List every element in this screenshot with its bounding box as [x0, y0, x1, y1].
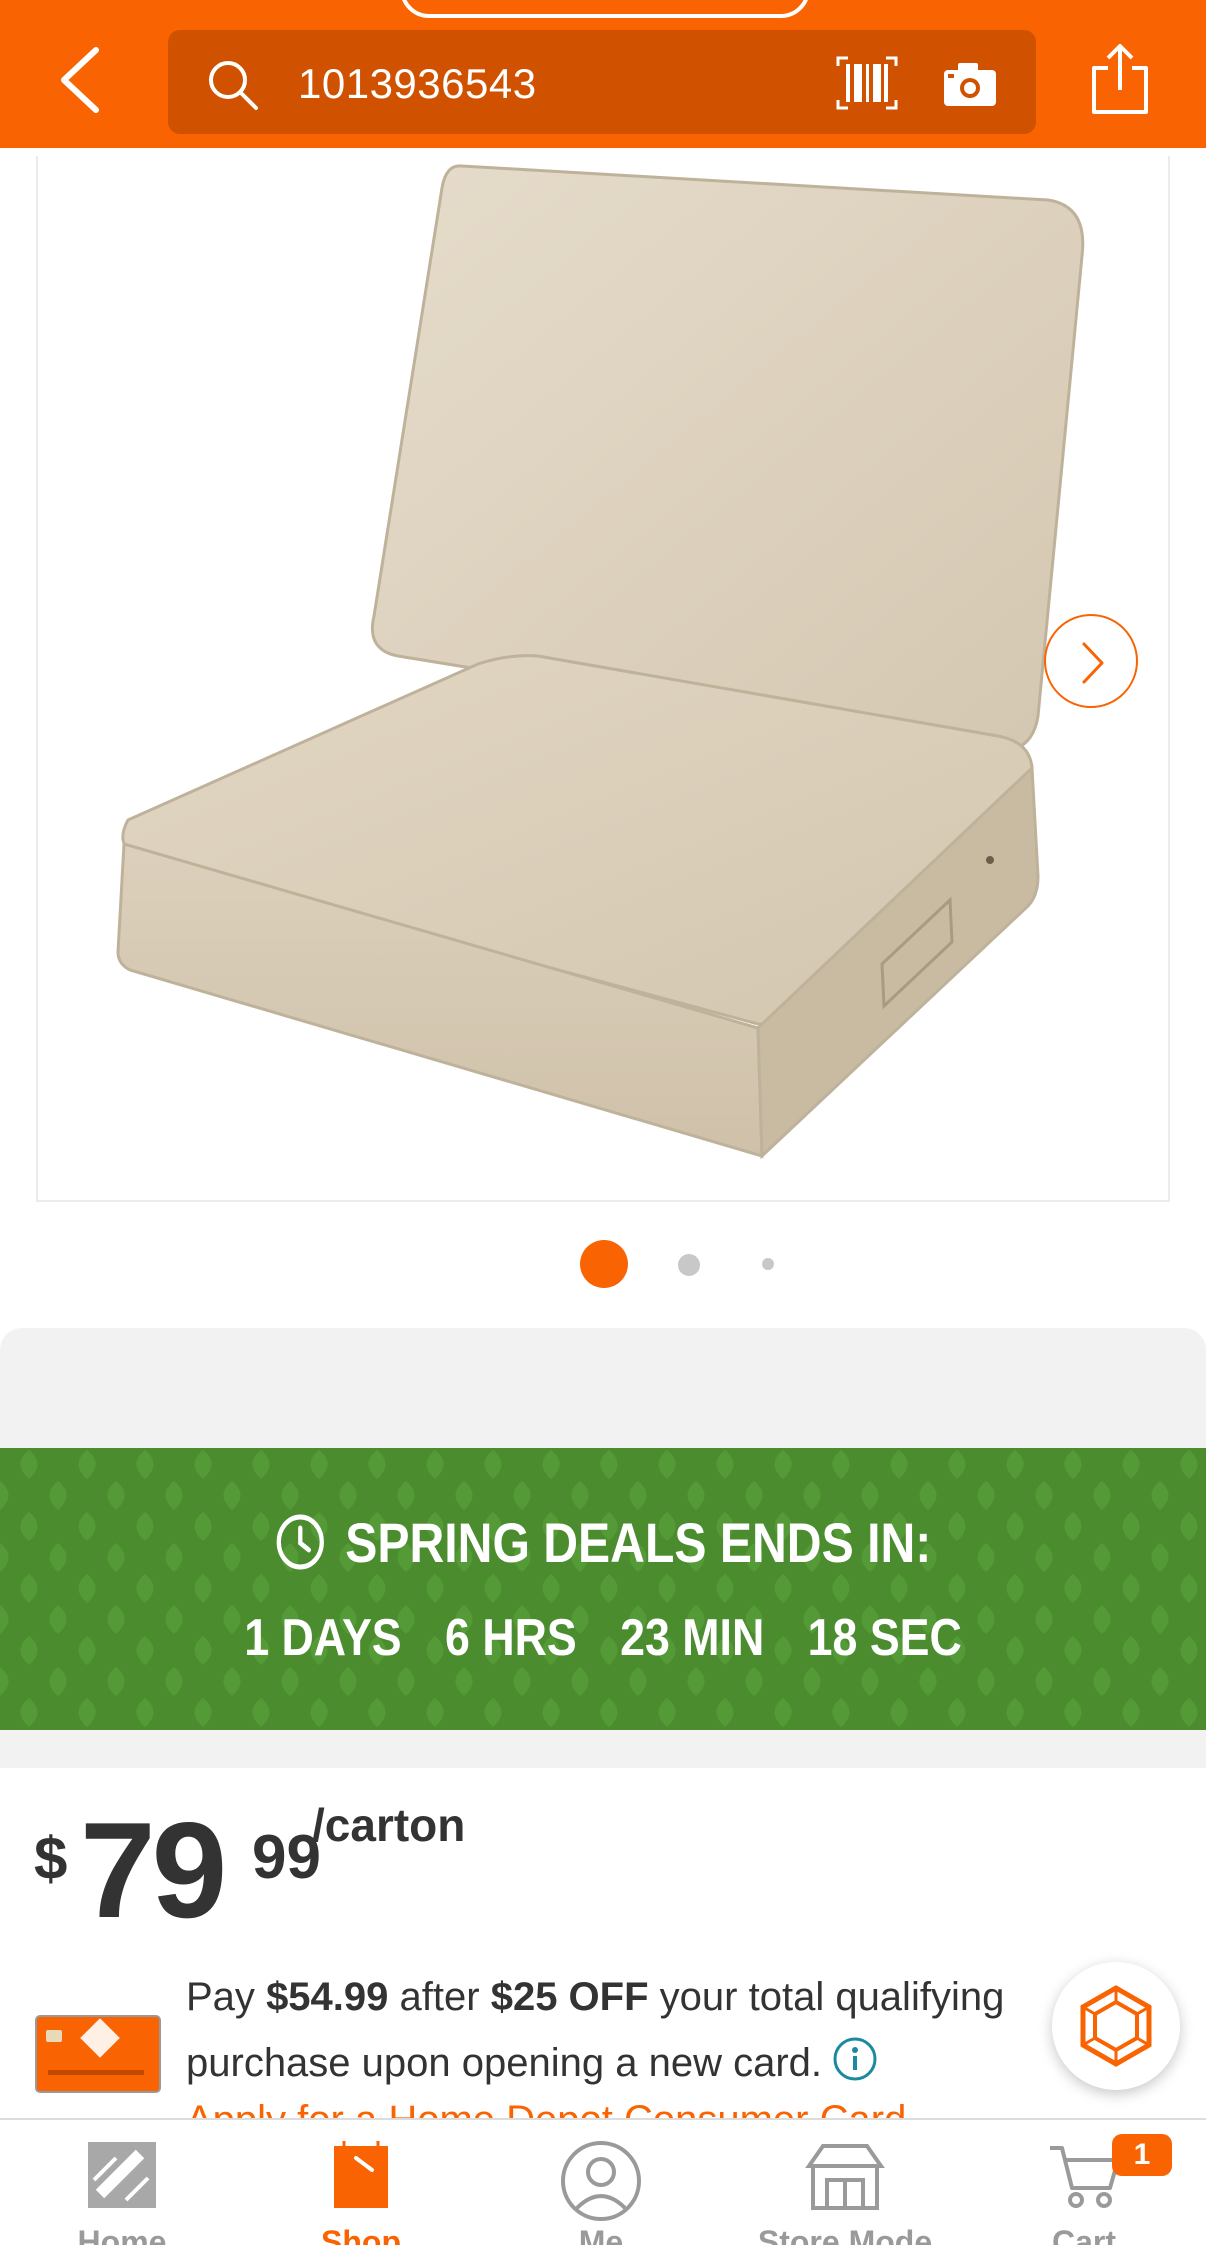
- price-currency: $: [34, 1825, 68, 1892]
- offer-pay: Pay: [186, 1975, 255, 2019]
- offer-amount: $54.99: [266, 1975, 389, 2019]
- section-divider: [0, 1730, 1206, 1768]
- search-icon: [209, 61, 258, 110]
- cart-count-badge: 1: [1112, 2134, 1172, 2176]
- product-gallery[interactable]: [0, 148, 1206, 1328]
- store-icon: [805, 2144, 885, 2210]
- barcode-scan-icon[interactable]: [836, 56, 898, 110]
- next-image-button[interactable]: [1044, 614, 1138, 708]
- info-icon[interactable]: [832, 2036, 878, 2082]
- promo-title-text: SPRING DEALS ENDS IN:: [345, 1511, 932, 1574]
- search-bar[interactable]: 1013936543: [168, 30, 1036, 134]
- offer-after: after: [399, 1975, 480, 2019]
- share-icon: [1092, 44, 1148, 114]
- countdown-timer: 1 DAYS 6 HRS 23 MIN 18 SEC: [84, 1606, 1121, 1670]
- card-offer-text: Pay $54.99 after $25 OFF your total qual…: [186, 1964, 1066, 2096]
- top-notch: [400, 0, 810, 18]
- cart-icon: [1050, 2146, 1120, 2208]
- chat-assistant-button[interactable]: [1052, 1962, 1180, 2090]
- pagination-dot[interactable]: [678, 1254, 700, 1276]
- price-cents: 99: [252, 1823, 321, 1892]
- home-depot-logo-icon: [88, 2142, 156, 2208]
- chevron-left-icon: [61, 47, 99, 113]
- countdown-days: 1 DAYS: [244, 1609, 402, 1667]
- hexagon-chat-icon: [1080, 1985, 1152, 2067]
- user-icon: [561, 2141, 641, 2221]
- chevron-right-icon: [1082, 642, 1104, 684]
- pagination-dot[interactable]: [762, 1258, 774, 1270]
- section-divider: [0, 1328, 1206, 1448]
- nav-label: Cart: [1051, 2224, 1116, 2245]
- nav-label: Shop: [321, 2224, 401, 2245]
- nav-shop[interactable]: Shop: [271, 2120, 451, 2245]
- back-button[interactable]: [52, 42, 112, 118]
- product-image[interactable]: [36, 156, 1170, 1202]
- promo-title: SPRING DEALS ENDS IN:: [84, 1508, 1121, 1578]
- spring-deals-banner[interactable]: SPRING DEALS ENDS IN: 1 DAYS 6 HRS 23 MI…: [0, 1448, 1206, 1730]
- camera-icon[interactable]: [942, 60, 998, 108]
- nav-label: Home: [77, 2224, 167, 2245]
- pagination-dot-active[interactable]: [580, 1240, 628, 1288]
- offer-rest-line2: purchase upon opening a new card.: [186, 2041, 823, 2085]
- price-whole: 79: [80, 1794, 227, 1946]
- search-input[interactable]: 1013936543: [298, 58, 537, 110]
- price-section: $ 79 99 /carton Pay $54.99 after $25 OFF…: [0, 1768, 1206, 2142]
- offer-discount: $25 OFF: [490, 1975, 649, 2019]
- nav-store-mode[interactable]: Store Mode: [755, 2120, 935, 2245]
- nav-me[interactable]: Me: [511, 2120, 691, 2245]
- countdown-hours: 6 HRS: [445, 1609, 577, 1667]
- top-header: 1013936543: [0, 0, 1206, 148]
- nav-home[interactable]: Home: [32, 2120, 212, 2245]
- nav-label: Me: [578, 2224, 624, 2245]
- countdown-seconds: 18 SEC: [807, 1609, 962, 1667]
- credit-card-image: [35, 2015, 161, 2093]
- clock-icon: [276, 1514, 325, 1570]
- product-page: 1013936543 SPRING DEALS ENDS IN: 1 DAYS …: [0, 0, 1206, 2245]
- nav-label: Store Mode: [757, 2224, 933, 2245]
- gallery-pagination: [0, 1238, 1206, 1288]
- cushion-image: [116, 164, 1085, 1160]
- countdown-minutes: 23 MIN: [620, 1609, 765, 1667]
- share-button[interactable]: [1090, 42, 1150, 116]
- bottom-nav: Home Shop Me Store Mode Cart: [0, 2118, 1206, 2245]
- shop-bag-icon: [334, 2141, 388, 2208]
- offer-rest-line1: your total qualifying: [659, 1975, 1005, 2019]
- price-unit: /carton: [312, 1799, 466, 1851]
- leaf-pattern: [0, 1448, 1206, 1730]
